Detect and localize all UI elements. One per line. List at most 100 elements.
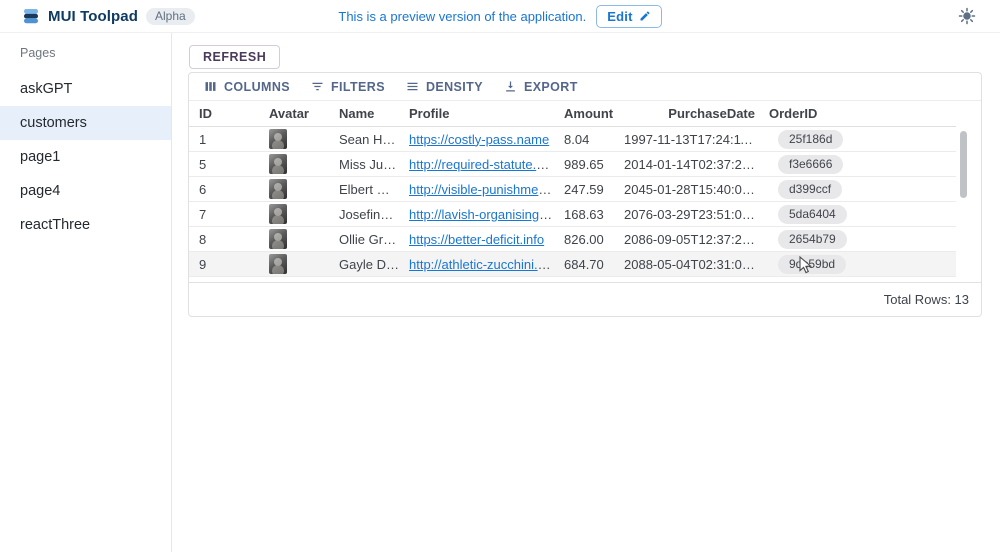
cell-amount: 247.59: [554, 182, 614, 197]
cell-avatar: [259, 229, 329, 249]
cell-id: 1: [189, 132, 259, 147]
layers-logo-icon: [22, 7, 40, 25]
cell-name: Ollie Green...: [329, 232, 399, 247]
column-header-profile[interactable]: Profile: [399, 106, 554, 121]
edit-button-label: Edit: [607, 9, 632, 24]
topbar: MUI Toolpad Alpha This is a preview vers…: [0, 0, 1000, 33]
cell-amount: 8.04: [554, 132, 614, 147]
sidebar: Pages askGPTcustomerspage1page4reactThre…: [0, 33, 172, 552]
cell-profile: http://visible-punishment.net: [399, 182, 554, 197]
vertical-scrollbar-thumb[interactable]: [960, 131, 967, 198]
column-header-amount[interactable]: Amount: [554, 106, 614, 121]
cell-purchase-date: 2076-03-29T23:51:07.968Z: [614, 207, 759, 222]
refresh-button[interactable]: REFRESH: [189, 45, 280, 69]
alpha-badge: Alpha: [146, 8, 195, 25]
profile-link[interactable]: http://required-statute.org: [409, 157, 554, 172]
cell-avatar: [259, 129, 329, 149]
cell-purchase-date: 2088-05-04T02:31:03.294Z: [614, 257, 759, 272]
filters-button[interactable]: FILTERS: [302, 76, 393, 97]
cell-profile: http://athletic-zucchini.org: [399, 257, 554, 272]
cell-id: 7: [189, 207, 259, 222]
cell-profile: http://lavish-organising.name: [399, 207, 554, 222]
column-header-id[interactable]: ID: [189, 106, 259, 121]
profile-link[interactable]: http://athletic-zucchini.org: [409, 257, 554, 272]
order-id-chip: 9dc59bd: [778, 255, 846, 274]
cell-order-id: d399ccf: [759, 180, 956, 199]
cell-amount: 168.63: [554, 207, 614, 222]
cell-avatar: [259, 254, 329, 274]
table-row[interactable]: 9Gayle Den...http://athletic-zucchini.or…: [189, 252, 956, 277]
data-grid-panel: COLUMNS FILTERS DENSITY: [188, 72, 982, 317]
cell-avatar: [259, 179, 329, 199]
cell-order-id: 25f186d: [759, 130, 956, 149]
filter-list-icon: [310, 79, 325, 94]
pencil-icon: [639, 10, 651, 22]
cell-purchase-date: 2045-01-28T15:40:06.325Z: [614, 182, 759, 197]
table-row[interactable]: 5 Miss Juan ... http://required-statute.or…: [189, 152, 956, 177]
profile-link[interactable]: http://visible-punishment.net: [409, 182, 554, 197]
avatar-image: [269, 204, 287, 224]
grid-rows: 1 Sean Harris https://costly-pass.name 8.04…: [189, 127, 956, 277]
columns-button[interactable]: COLUMNS: [195, 76, 298, 97]
cell-name: Elbert McL...: [329, 182, 399, 197]
export-button[interactable]: EXPORT: [495, 76, 586, 97]
column-header-name[interactable]: Name: [329, 106, 399, 121]
order-id-chip: 2654b79: [778, 230, 847, 249]
cell-order-id: 9dc59bd: [759, 255, 956, 274]
grid-toolbar: COLUMNS FILTERS DENSITY: [189, 73, 981, 101]
sidebar-item-page4[interactable]: page4: [0, 174, 171, 208]
cell-amount: 989.65: [554, 157, 614, 172]
cell-name: Sean Harris: [329, 132, 399, 147]
profile-link[interactable]: http://lavish-organising.name: [409, 207, 554, 222]
grid-header-row: IDAvatarNameProfileAmountPurchaseDateOrd…: [189, 101, 956, 127]
cell-id: 8: [189, 232, 259, 247]
preview-notice: This is a preview version of the applica…: [338, 9, 586, 24]
avatar-image: [269, 129, 287, 149]
view-columns-icon: [203, 79, 218, 94]
cell-order-id: 2654b79: [759, 230, 956, 249]
table-row[interactable]: 1 Sean Harris https://costly-pass.name 8.04…: [189, 127, 956, 152]
cell-order-id: f3e6666: [759, 155, 956, 174]
avatar-image: [269, 229, 287, 249]
columns-button-label: COLUMNS: [224, 80, 290, 94]
cell-avatar: [259, 204, 329, 224]
cell-profile: https://better-deficit.info: [399, 232, 554, 247]
profile-link[interactable]: https://costly-pass.name: [409, 132, 549, 147]
cell-id: 9: [189, 257, 259, 272]
sidebar-nav: askGPTcustomerspage1page4reactThree: [0, 72, 171, 242]
cell-profile: http://required-statute.org: [399, 157, 554, 172]
edit-button[interactable]: Edit: [596, 5, 661, 28]
theme-toggle-button[interactable]: [956, 5, 978, 27]
column-header-order[interactable]: OrderID: [759, 106, 956, 121]
cell-purchase-date: 2086-09-05T12:37:27.015Z: [614, 232, 759, 247]
sidebar-item-page1[interactable]: page1: [0, 140, 171, 174]
cell-id: 5: [189, 157, 259, 172]
table-row[interactable]: 6 Elbert McL... http://visible-punishment.…: [189, 177, 956, 202]
cell-purchase-date: 2014-01-14T02:37:28.536Z: [614, 157, 759, 172]
density-button-label: DENSITY: [426, 80, 483, 94]
export-button-label: EXPORT: [524, 80, 578, 94]
cell-amount: 826.00: [554, 232, 614, 247]
profile-link[interactable]: https://better-deficit.info: [409, 232, 544, 247]
sidebar-item-askGPT[interactable]: askGPT: [0, 72, 171, 106]
avatar-image: [269, 154, 287, 174]
order-id-chip: 25f186d: [778, 130, 843, 149]
download-icon: [503, 79, 518, 94]
density-menu-icon: [405, 79, 420, 94]
cell-id: 6: [189, 182, 259, 197]
column-header-avatar[interactable]: Avatar: [259, 106, 329, 121]
column-header-date[interactable]: PurchaseDate: [614, 106, 759, 121]
table-row[interactable]: 7Josefina P...http://lavish-organising.n…: [189, 202, 956, 227]
cell-amount: 684.70: [554, 257, 614, 272]
sidebar-item-customers[interactable]: customers: [0, 106, 171, 140]
cell-avatar: [259, 154, 329, 174]
cell-profile: https://costly-pass.name: [399, 132, 554, 147]
order-id-chip: d399ccf: [778, 180, 842, 199]
cell-name: Miss Juan ...: [329, 157, 399, 172]
density-button[interactable]: DENSITY: [397, 76, 491, 97]
order-id-chip: f3e6666: [778, 155, 843, 174]
table-row[interactable]: 8 Ollie Green... https://better-deficit.in…: [189, 227, 956, 252]
sidebar-item-reactThree[interactable]: reactThree: [0, 208, 171, 242]
cell-purchase-date: 1997-11-13T17:24:11.769Z: [614, 132, 759, 147]
main-content: REFRESH COLUMNS FILTERS: [172, 33, 1000, 552]
